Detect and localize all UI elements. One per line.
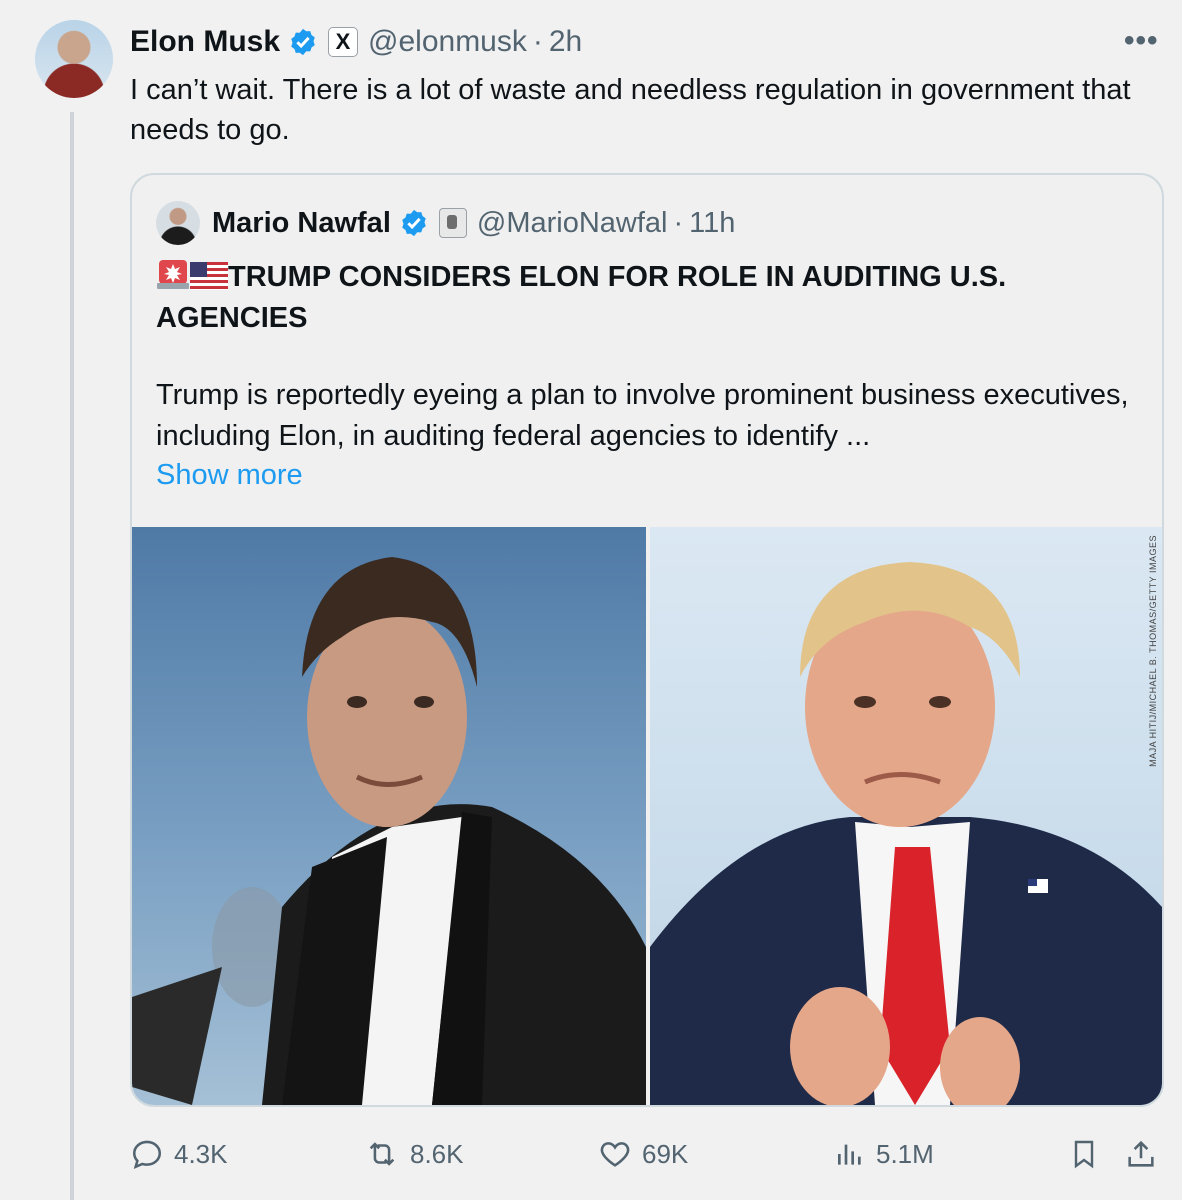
quote-headline: TRUMP CONSIDERS ELON FOR ROLE IN AUDITIN… xyxy=(156,257,1136,339)
repost-count: 8.6K xyxy=(410,1138,464,1169)
views-count: 5.1M xyxy=(876,1138,934,1169)
quoted-tweet[interactable]: Mario Nawfal @MarioNawfal · 11h TRUMP CO… xyxy=(130,173,1164,1107)
tweet-header: Elon Musk X @elonmusk · 2h xyxy=(130,22,582,62)
like-count: 69K xyxy=(642,1138,689,1169)
views-button[interactable]: 5.1M xyxy=(834,1132,934,1176)
reply-button[interactable]: 4.3K xyxy=(130,1132,228,1176)
repost-icon xyxy=(369,1142,395,1166)
bookmark-icon xyxy=(1074,1140,1094,1169)
verified-badge-icon[interactable] xyxy=(288,27,318,57)
photo-elon-musk-illustration xyxy=(132,557,646,1105)
tweet-timestamp[interactable]: 2h xyxy=(549,25,582,59)
quote-separator: · xyxy=(673,206,684,239)
quote-author-handle[interactable]: @MarioNawfal xyxy=(477,207,668,240)
quote-header: Mario Nawfal @MarioNawfal · 11h xyxy=(156,201,735,245)
quote-media[interactable]: MAJA HITIJ/MICHAEL B. THOMAS/GETTY IMAGE… xyxy=(132,527,1162,1105)
photo-credit: MAJA HITIJ/MICHAEL B. THOMAS/GETTY IMAGE… xyxy=(1148,535,1158,767)
quote-author-name[interactable]: Mario Nawfal xyxy=(212,207,391,240)
share-button[interactable] xyxy=(1124,1132,1168,1176)
quote-author-avatar[interactable] xyxy=(156,201,200,245)
us-flag-emoji-icon xyxy=(190,262,228,290)
repost-button[interactable]: 8.6K xyxy=(364,1132,464,1176)
bookmark-button[interactable] xyxy=(1068,1132,1110,1176)
photo-elon-musk[interactable] xyxy=(132,527,646,1105)
share-icon xyxy=(1128,1140,1154,1167)
quote-timestamp[interactable]: 11h xyxy=(689,207,735,240)
quote-headline-text: TRUMP CONSIDERS ELON FOR ROLE IN AUDITIN… xyxy=(156,261,1007,334)
author-name[interactable]: Elon Musk xyxy=(130,25,280,59)
more-options-icon[interactable]: ••• xyxy=(1124,24,1159,58)
show-more-link[interactable]: Show more xyxy=(156,455,303,496)
reply-count: 4.3K xyxy=(174,1138,228,1169)
x-affiliate-icon[interactable]: X xyxy=(328,27,359,57)
quote-body-text: Trump is reportedly eyeing a plan to inv… xyxy=(156,379,1129,452)
tweet-text: I can’t wait. There is a lot of waste an… xyxy=(130,74,1131,146)
thread-line xyxy=(70,112,74,1200)
views-icon xyxy=(838,1144,861,1165)
photo-donald-trump-illustration xyxy=(650,562,1162,1105)
tweet-actions: 4.3K 8.6K 69K 5.1M xyxy=(130,1132,1170,1176)
affiliate-icon xyxy=(438,208,467,238)
heart-icon xyxy=(600,1142,630,1167)
reply-icon xyxy=(132,1140,162,1169)
header-separator: · xyxy=(532,25,543,58)
verified-badge-icon xyxy=(402,209,426,237)
author-handle[interactable]: @elonmusk xyxy=(368,25,527,59)
author-avatar[interactable] xyxy=(35,20,113,98)
like-button[interactable]: 69K xyxy=(598,1132,688,1176)
siren-emoji-icon xyxy=(157,260,189,289)
photo-donald-trump[interactable]: MAJA HITIJ/MICHAEL B. THOMAS/GETTY IMAGE… xyxy=(650,527,1162,1105)
